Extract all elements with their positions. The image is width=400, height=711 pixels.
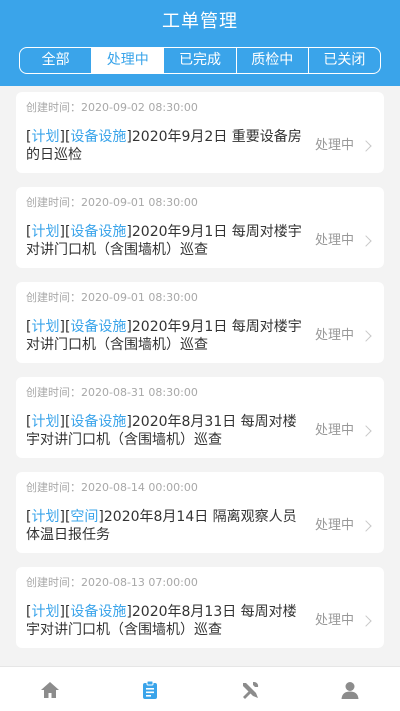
work-order-title: [计划][空间]2020年8月14日 隔离观察人员体温日报任务 <box>26 508 306 544</box>
work-order-tag: [计划] <box>26 604 65 620</box>
work-order-tag: [设备设施] <box>64 224 132 240</box>
tab-work-orders[interactable] <box>139 679 161 701</box>
header: 工单管理 全部 处理中 已完成 质检中 已关闭 <box>0 0 400 86</box>
status-label: 处理中 <box>314 518 354 533</box>
work-order-tag: [计划] <box>26 509 65 525</box>
work-order-tag: [计划] <box>26 414 65 430</box>
work-order-title: [计划][设备设施]2020年8月13日 每周对楼宇对讲门口机（含围墙机）巡查 <box>26 603 306 639</box>
work-order-tag: [计划] <box>26 224 65 240</box>
tab-completed[interactable]: 已完成 <box>163 48 235 73</box>
tab-profile[interactable] <box>339 679 361 701</box>
created-time: 创建时间：2020-09-02 08:30:00 <box>26 101 198 114</box>
chevron-right-icon <box>360 330 372 342</box>
status-label: 处理中 <box>314 328 354 343</box>
status-label: 处理中 <box>314 233 354 248</box>
work-order-card[interactable]: 创建时间：2020-09-01 08:30:00 [计划][设备设施]2020年9… <box>16 282 384 363</box>
chevron-right-icon <box>360 520 372 532</box>
tag-text: 计划 <box>31 129 60 145</box>
tab-all[interactable]: 全部 <box>20 48 91 73</box>
created-time: 创建时间：2020-08-31 08:30:00 <box>26 386 198 399</box>
tag-text: 计划 <box>31 224 60 240</box>
work-order-tag: [空间] <box>64 509 104 525</box>
work-order-tag: [设备设施] <box>64 129 132 145</box>
work-order-title: [计划][设备设施]2020年9月1日 每周对楼宇对讲门口机（含围墙机）巡查 <box>26 318 306 354</box>
work-order-title: [计划][设备设施]2020年9月2日 重要设备房的日巡检 <box>26 128 306 164</box>
status-label: 处理中 <box>314 138 354 153</box>
work-order-card[interactable]: 创建时间：2020-09-02 08:30:00 [计划][设备设施]2020年9… <box>16 92 384 173</box>
work-order-card[interactable]: 创建时间：2020-09-01 08:30:00 [计划][设备设施]2020年9… <box>16 187 384 268</box>
home-icon <box>41 682 59 698</box>
work-order-card[interactable]: 创建时间：2020-08-31 08:30:00 [计划][设备设施]2020年8… <box>16 377 384 458</box>
tag-text: 计划 <box>31 414 60 430</box>
work-order-card[interactable]: 创建时间：2020-08-14 00:00:00 [计划][空间]2020年8月1… <box>16 472 384 553</box>
chevron-right-icon <box>360 235 372 247</box>
tag-text: 设备设施 <box>70 414 127 430</box>
tab-processing[interactable]: 处理中 <box>91 48 164 73</box>
tag-text: 计划 <box>31 509 60 525</box>
chevron-right-icon <box>360 425 372 437</box>
created-time: 创建时间：2020-09-01 08:30:00 <box>26 196 198 209</box>
clipboard-icon <box>143 680 157 699</box>
tag-text: 设备设施 <box>70 319 127 335</box>
chevron-right-icon <box>360 140 372 152</box>
work-order-tag: [计划] <box>26 319 65 335</box>
tag-text: 设备设施 <box>70 604 127 620</box>
tab-quality-check[interactable]: 质检中 <box>235 48 308 73</box>
work-order-tag: [设备设施] <box>64 319 132 335</box>
work-order-title: [计划][设备设施]2020年9月1日 每周对楼宇对讲门口机（含围墙机）巡查 <box>26 223 306 259</box>
tag-text: 计划 <box>31 604 60 620</box>
user-icon <box>341 682 359 699</box>
page-title: 工单管理 <box>162 11 238 32</box>
tag-text: 设备设施 <box>70 129 127 145</box>
chevron-right-icon <box>360 615 372 627</box>
work-order-tag: [设备设施] <box>64 604 132 620</box>
tab-tools[interactable] <box>239 679 261 701</box>
tag-text: 空间 <box>70 509 99 525</box>
work-order-card[interactable]: 创建时间：2020-08-13 07:00:00 [计划][设备设施]2020年8… <box>16 567 384 648</box>
tab-closed[interactable]: 已关闭 <box>307 48 380 73</box>
tab-home[interactable] <box>39 679 61 701</box>
created-time: 创建时间：2020-09-01 08:30:00 <box>26 291 198 304</box>
work-order-title: [计划][设备设施]2020年8月31日 每周对楼宇对讲门口机（含围墙机）巡查 <box>26 413 306 449</box>
tag-text: 设备设施 <box>70 224 127 240</box>
status-label: 处理中 <box>314 613 354 628</box>
bottom-tab-bar <box>0 666 400 711</box>
work-order-tag: [计划] <box>26 129 65 145</box>
status-label: 处理中 <box>314 423 354 438</box>
status-tabs: 全部 处理中 已完成 质检中 已关闭 <box>19 47 381 74</box>
work-order-list[interactable]: 创建时间：2020-09-02 08:30:00 [计划][设备设施]2020年9… <box>0 86 400 666</box>
tools-icon <box>243 681 259 699</box>
tag-text: 计划 <box>31 319 60 335</box>
created-time: 创建时间：2020-08-14 00:00:00 <box>26 481 198 494</box>
created-time: 创建时间：2020-08-13 07:00:00 <box>26 576 198 589</box>
work-order-tag: [设备设施] <box>64 414 132 430</box>
